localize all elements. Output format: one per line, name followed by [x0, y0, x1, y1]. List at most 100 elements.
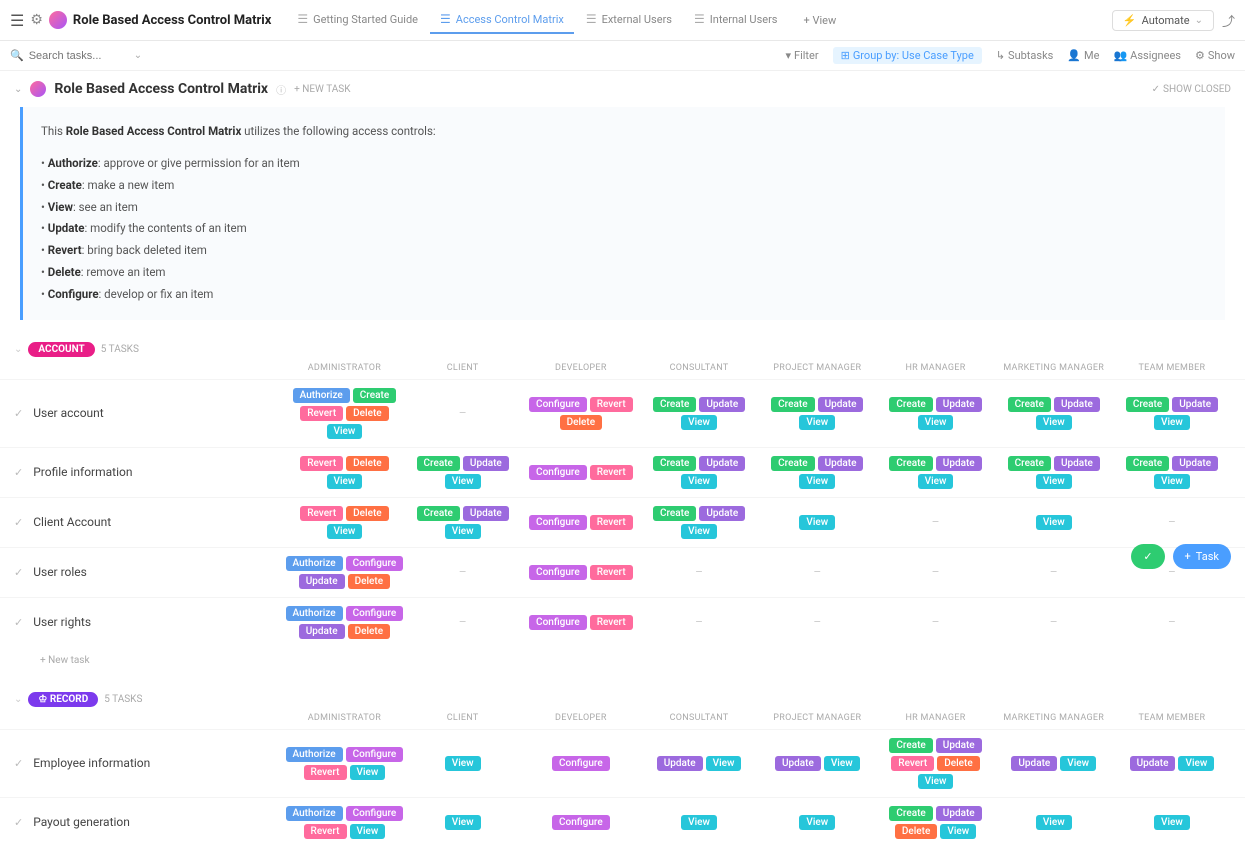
permission-tag-delete[interactable]: Delete [937, 756, 979, 771]
permission-tag-update[interactable]: Update [1011, 756, 1057, 771]
permission-tag-configure[interactable]: Configure [346, 606, 404, 621]
permission-tag-delete[interactable]: Delete [895, 824, 937, 839]
settings-icon[interactable]: ⚙ [30, 12, 43, 28]
me-button[interactable]: 👤 Me [1067, 49, 1099, 62]
permission-tag-view[interactable]: View [1060, 756, 1096, 771]
check-icon[interactable]: ✓ [14, 566, 23, 579]
permission-tag-revert[interactable]: Revert [300, 456, 343, 471]
permission-tag-create[interactable]: Create [889, 806, 932, 821]
permission-tag-update[interactable]: Update [699, 506, 745, 521]
permission-tag-view[interactable]: View [918, 415, 954, 430]
check-icon[interactable]: ✓ [14, 516, 23, 529]
permission-tag-update[interactable]: Update [299, 624, 345, 639]
permission-tag-authorize[interactable]: Authorize [286, 747, 343, 762]
permission-tag-update[interactable]: Update [463, 456, 509, 471]
search-input[interactable] [29, 50, 129, 62]
permission-tag-revert[interactable]: Revert [304, 824, 347, 839]
permission-tag-configure[interactable]: Configure [529, 515, 587, 530]
collapse-icon[interactable]: ⌄ [14, 694, 22, 705]
permission-tag-view[interactable]: View [1036, 515, 1072, 530]
tab-internal-users[interactable]: ☰Internal Users [684, 6, 788, 34]
permission-tag-view[interactable]: View [327, 524, 363, 539]
permission-tag-update[interactable]: Update [699, 397, 745, 412]
check-icon[interactable]: ✓ [14, 407, 23, 420]
permission-tag-view[interactable]: View [445, 756, 481, 771]
permission-tag-view[interactable]: View [1036, 415, 1072, 430]
permission-tag-update[interactable]: Update [775, 756, 821, 771]
permission-tag-view[interactable]: View [350, 765, 386, 780]
permission-tag-view[interactable]: View [327, 424, 363, 439]
permission-tag-view[interactable]: View [445, 815, 481, 830]
permission-tag-view[interactable]: View [681, 815, 717, 830]
permission-tag-revert[interactable]: Revert [891, 756, 934, 771]
new-task-fab[interactable]: + Task [1173, 544, 1231, 569]
tab-getting-started-guide[interactable]: ☰Getting Started Guide [287, 6, 428, 34]
show-button[interactable]: ⚙ Show [1195, 49, 1235, 62]
permission-tag-delete[interactable]: Delete [346, 456, 388, 471]
collapse-icon[interactable]: ⌄ [14, 84, 22, 95]
permission-tag-configure[interactable]: Configure [529, 565, 587, 580]
task-row[interactable]: ✓Profile informationRevertDeleteViewCrea… [0, 447, 1245, 497]
permission-tag-revert[interactable]: Revert [590, 515, 633, 530]
permission-tag-update[interactable]: Update [463, 506, 509, 521]
tab-external-users[interactable]: ☰External Users [576, 6, 682, 34]
permission-tag-create[interactable]: Create [653, 456, 696, 471]
permission-tag-view[interactable]: View [918, 774, 954, 789]
check-icon[interactable]: ✓ [14, 757, 23, 770]
add-view-button[interactable]: + View [794, 8, 847, 33]
permission-tag-revert[interactable]: Revert [590, 615, 633, 630]
permission-tag-create[interactable]: Create [1126, 456, 1169, 471]
permission-tag-revert[interactable]: Revert [590, 565, 633, 580]
permission-tag-view[interactable]: View [445, 524, 481, 539]
permission-tag-delete[interactable]: Delete [346, 506, 388, 521]
group-badge[interactable]: ♔ RECORD [28, 692, 98, 707]
permission-tag-update[interactable]: Update [936, 397, 982, 412]
check-icon[interactable]: ✓ [14, 466, 23, 479]
automate-button[interactable]: ⚡ Automate ⌄ [1112, 10, 1214, 31]
task-row[interactable]: ✓User rolesAuthorizeConfigureUpdateDelet… [0, 547, 1245, 597]
permission-tag-authorize[interactable]: Authorize [286, 556, 343, 571]
task-row[interactable]: ✓Employee informationAuthorizeConfigureR… [0, 729, 1245, 797]
permission-tag-create[interactable]: Create [889, 456, 932, 471]
permission-tag-view[interactable]: View [1154, 474, 1190, 489]
permission-tag-revert[interactable]: Revert [590, 397, 633, 412]
permission-tag-create[interactable]: Create [653, 506, 696, 521]
permission-tag-create[interactable]: Create [1126, 397, 1169, 412]
permission-tag-configure[interactable]: Configure [552, 815, 610, 830]
permission-tag-create[interactable]: Create [417, 506, 460, 521]
permission-tag-view[interactable]: View [1178, 756, 1214, 771]
show-closed-toggle[interactable]: ✓ SHOW CLOSED [1152, 84, 1231, 95]
permission-tag-view[interactable]: View [327, 474, 363, 489]
permission-tag-delete[interactable]: Delete [560, 415, 602, 430]
avatar[interactable] [49, 11, 67, 29]
assignees-button[interactable]: 👥 Assignees [1113, 49, 1181, 62]
permission-tag-create[interactable]: Create [1008, 397, 1051, 412]
help-fab[interactable]: ✓ [1131, 544, 1164, 569]
permission-tag-authorize[interactable]: Authorize [286, 806, 343, 821]
permission-tag-view[interactable]: View [681, 474, 717, 489]
permission-tag-configure[interactable]: Configure [529, 465, 587, 480]
permission-tag-view[interactable]: View [799, 515, 835, 530]
permission-tag-revert[interactable]: Revert [590, 465, 633, 480]
permission-tag-view[interactable]: View [1036, 474, 1072, 489]
menu-icon[interactable]: ☰ [10, 11, 24, 30]
permission-tag-configure[interactable]: Configure [552, 756, 610, 771]
permission-tag-configure[interactable]: Configure [529, 397, 587, 412]
permission-tag-create[interactable]: Create [417, 456, 460, 471]
permission-tag-update[interactable]: Update [299, 574, 345, 589]
collapse-icon[interactable]: ⌄ [14, 344, 22, 355]
permission-tag-create[interactable]: Create [771, 397, 814, 412]
share-icon[interactable]: ⤴ [1222, 11, 1235, 30]
permission-tag-update[interactable]: Update [699, 456, 745, 471]
permission-tag-configure[interactable]: Configure [346, 556, 404, 571]
permission-tag-revert[interactable]: Revert [300, 506, 343, 521]
permission-tag-update[interactable]: Update [818, 397, 864, 412]
task-row[interactable]: ✓Client AccountRevertDeleteViewCreateUpd… [0, 497, 1245, 547]
permission-tag-update[interactable]: Update [1054, 456, 1100, 471]
permission-tag-create[interactable]: Create [353, 388, 396, 403]
permission-tag-view[interactable]: View [799, 474, 835, 489]
chevron-down-icon[interactable]: ⌄ [134, 50, 142, 61]
permission-tag-update[interactable]: Update [936, 806, 982, 821]
permission-tag-configure[interactable]: Configure [529, 615, 587, 630]
permission-tag-view[interactable]: View [350, 824, 386, 839]
